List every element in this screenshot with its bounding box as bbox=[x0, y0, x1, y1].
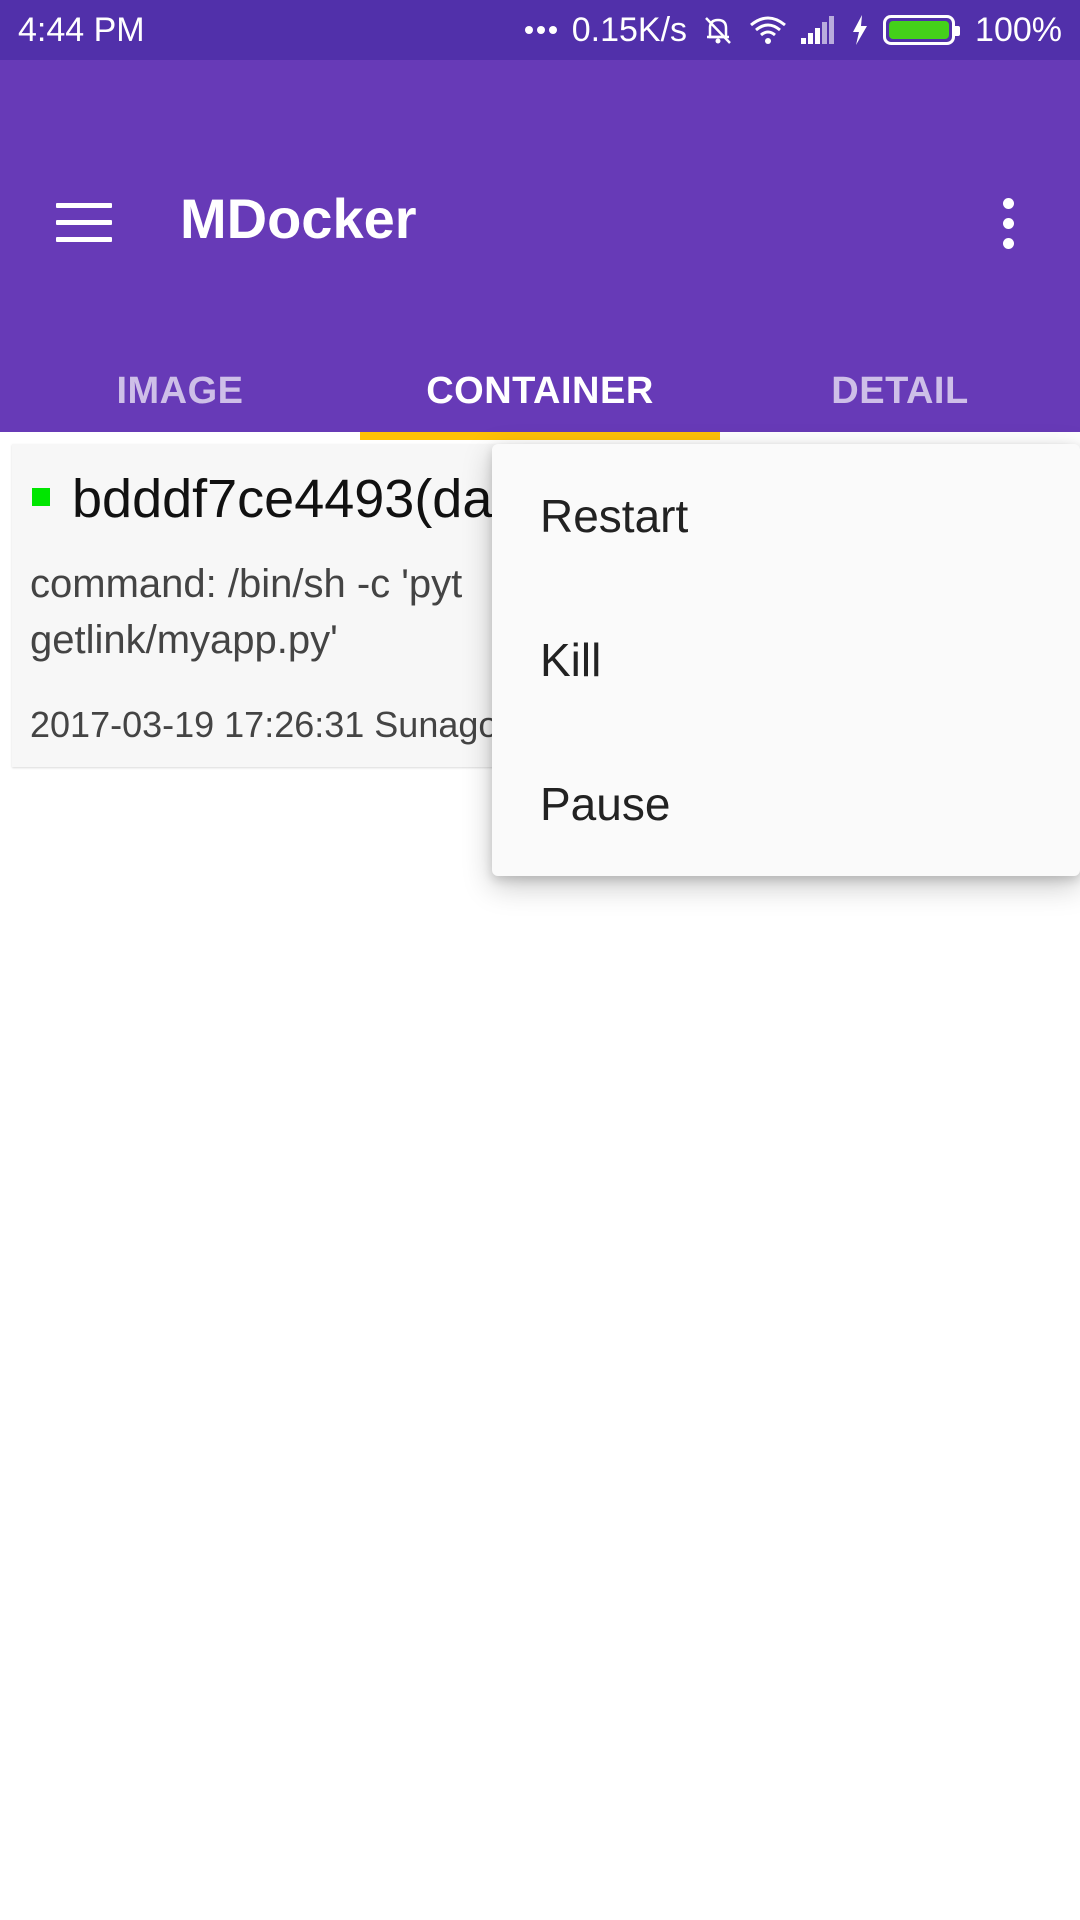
wifi-icon bbox=[749, 15, 787, 45]
tab-bar: IMAGE CONTAINER DETAIL bbox=[0, 350, 1080, 440]
status-time: 4:44 PM bbox=[18, 10, 145, 49]
menu-item-pause[interactable]: Pause bbox=[492, 732, 1080, 876]
tab-container-label: CONTAINER bbox=[426, 369, 654, 412]
charging-bolt-icon bbox=[851, 15, 869, 45]
app-title: MDocker bbox=[180, 187, 417, 250]
popup-menu: Restart Kill Pause bbox=[492, 444, 1080, 876]
container-name: bdddf7ce4493(da bbox=[72, 469, 493, 529]
running-status-indicator bbox=[32, 488, 50, 506]
battery-icon bbox=[883, 15, 961, 45]
menu-item-restart[interactable]: Restart bbox=[492, 444, 1080, 588]
battery-level bbox=[889, 21, 950, 39]
app-bar: MDocker IMAGE CONTAINER DETAIL bbox=[0, 60, 1080, 440]
tab-container[interactable]: CONTAINER bbox=[360, 350, 720, 440]
hamburger-menu-icon[interactable] bbox=[36, 180, 132, 264]
toolbar: MDocker bbox=[0, 60, 1080, 350]
menu-item-kill[interactable]: Kill bbox=[492, 588, 1080, 732]
signal-icon bbox=[801, 16, 837, 44]
network-speed: 0.15K/s bbox=[571, 10, 688, 49]
tab-image[interactable]: IMAGE bbox=[0, 350, 360, 432]
container-meta: 2017-03-19 17:26:31 Sunagol bbox=[30, 704, 507, 745]
bell-off-icon bbox=[701, 13, 735, 47]
more-vert-icon[interactable] bbox=[980, 178, 1036, 268]
battery-percent: 100% bbox=[975, 10, 1062, 49]
tab-detail[interactable]: DETAIL bbox=[720, 350, 1080, 432]
status-bar: 4:44 PM 0.15K/s 100% bbox=[0, 0, 1080, 60]
tab-indicator bbox=[360, 432, 720, 440]
more-dots-icon bbox=[524, 24, 558, 36]
